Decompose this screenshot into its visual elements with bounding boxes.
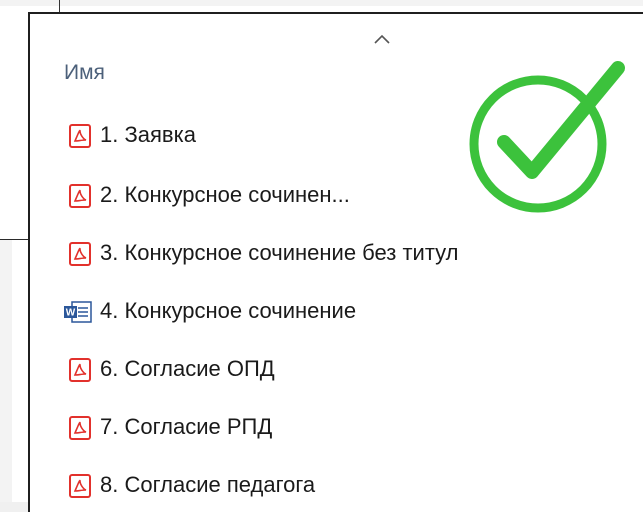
file-row[interactable]: W 4. Конкурсное сочинение [30,292,630,332]
file-explorer-panel: Имя 1. Заявка 2. Конкурсное сочинен... 3… [28,12,643,512]
file-name: 8. Согласие педагога [100,472,316,497]
file-name: 3. Конкурсное сочинение без титул [100,240,459,265]
word-icon: W [64,301,92,323]
background-left-pane [0,239,12,502]
pdf-icon [69,358,91,382]
file-name: 4. Конкурсное сочинение [100,298,357,323]
svg-text:W: W [66,308,76,319]
sort-ascending-icon[interactable] [372,32,392,46]
file-row[interactable]: 7. Согласие РПД [30,408,630,448]
pdf-icon [69,242,91,266]
file-row[interactable]: 6. Согласие ОПД [30,350,630,390]
background-divider [59,0,60,12]
file-name: 1. Заявка [100,122,196,147]
pdf-icon [69,416,91,440]
file-row[interactable]: 3. Конкурсное сочинение без титул [30,234,630,274]
file-name: 6. Согласие ОПД [100,356,275,381]
column-header-name[interactable]: Имя [64,61,105,85]
pdf-icon [69,474,91,498]
background-pane-border [0,239,30,240]
background-toolbar [0,0,643,6]
checkmark-icon [469,61,625,213]
pdf-icon [69,124,91,148]
file-row[interactable]: 8. Согласие педагога [30,466,630,506]
pdf-icon [69,184,91,208]
file-name: 7. Согласие РПД [100,414,273,439]
file-name: 2. Конкурсное сочинен... [100,182,350,207]
